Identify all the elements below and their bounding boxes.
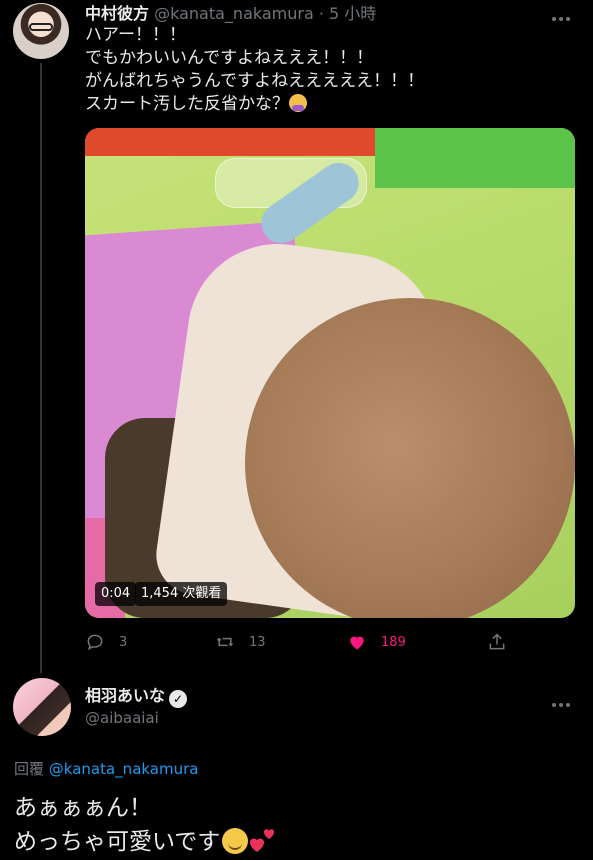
video-duration: 0:04 <box>95 582 137 606</box>
like-button[interactable]: 189 <box>347 628 406 656</box>
emoji-hearts-icon <box>250 829 275 852</box>
heart-icon <box>350 636 364 650</box>
tweet-actions: 3 13 189 <box>85 628 525 656</box>
more-icon[interactable] <box>552 6 574 21</box>
retweet-icon <box>216 637 234 647</box>
retweet-count: 13 <box>249 634 266 650</box>
tweet-header: 中村彼方 @kanata_nakamura · 5 小時 <box>85 0 376 24</box>
reply-icon <box>87 634 103 651</box>
reply-context: 回覆 @kanata_nakamura <box>14 758 198 779</box>
tweet-line: めっちゃ可愛いです <box>14 829 221 855</box>
tweet-line: スカート汚した反省かな？ <box>85 94 289 114</box>
emoji-face-icon <box>222 828 249 854</box>
handle[interactable]: @aibaaiai <box>85 709 159 727</box>
tweet-kanata[interactable]: 中村彼方 @kanata_nakamura · 5 小時 ハアー！！！ でもかわ… <box>0 0 593 673</box>
tweet-line: がんばれちゃうんですよねえええええ！！！ <box>85 71 425 91</box>
tweet-text: あぁぁぁん！ めっちゃ可愛いです <box>14 792 278 859</box>
reply-mention-link[interactable]: @kanata_nakamura <box>49 760 199 778</box>
thread-line <box>40 63 42 673</box>
handle[interactable]: @kanata_nakamura <box>154 4 314 23</box>
like-count: 189 <box>381 634 406 650</box>
tweet-line: ハアー！！！ <box>85 25 186 45</box>
tweet-header: 相羽あいな ✓ <box>85 682 188 708</box>
timestamp[interactable]: · 5 小時 <box>319 4 376 23</box>
reply-count: 3 <box>119 634 128 650</box>
video-player[interactable]: 0:04 1,454 次觀看 <box>85 128 575 618</box>
verified-badge-icon: ✓ <box>169 690 188 708</box>
share-icon <box>489 633 505 650</box>
share-button[interactable] <box>487 628 521 656</box>
tweet-aiba[interactable]: 相羽あいな ✓ @aibaaiai 回覆 @kanata_nakamura あぁぁ… <box>0 672 593 860</box>
avatar[interactable] <box>13 678 71 736</box>
tweet-line: でもかわいいんですよねえええ！！！ <box>85 48 374 68</box>
display-name[interactable]: 中村彼方 <box>85 4 149 23</box>
display-name[interactable]: 相羽あいな <box>85 686 165 705</box>
avatar[interactable] <box>13 3 69 59</box>
reply-button[interactable]: 3 <box>85 628 127 656</box>
retweet-button[interactable]: 13 <box>215 628 266 656</box>
video-views: 1,454 次觀看 <box>135 582 228 606</box>
reply-prefix: 回覆 <box>14 760 45 778</box>
more-icon[interactable] <box>552 692 574 707</box>
tweet-text: ハアー！！！ でもかわいいんですよねえええ！！！ がんばれちゃうんですよねえええ… <box>85 24 424 116</box>
tweet-line: あぁぁぁん！ <box>14 795 152 821</box>
emoji-person-icon <box>289 94 307 112</box>
